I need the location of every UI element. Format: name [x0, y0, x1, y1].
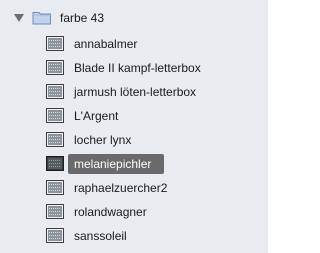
sequence-icon	[46, 108, 64, 123]
sequence-icon	[46, 60, 64, 75]
sequence-item-annabalmer[interactable]: annabalmer	[0, 32, 268, 56]
sequence-icon	[46, 180, 64, 195]
sequence-icon	[46, 36, 64, 51]
sequence-icon	[46, 156, 64, 171]
sequence-icon	[46, 204, 64, 219]
sequence-icon	[46, 132, 64, 147]
item-label: rolandwagner	[74, 205, 147, 219]
item-label: annabalmer	[74, 37, 138, 51]
item-label: Blade II kampf-letterbox	[74, 61, 201, 75]
folder-label: farbe 43	[60, 11, 105, 25]
bin-browser-panel: farbe 43 annabalmer Blade II kampf-lette…	[0, 0, 268, 253]
item-label: L'Argent	[74, 109, 119, 123]
sequence-item-locher-lynx[interactable]: locher lynx	[0, 128, 268, 152]
folder-icon	[32, 12, 52, 25]
sequence-item-raphaelzuercher2[interactable]: raphaelzuercher2	[0, 176, 268, 200]
sequence-item-largent[interactable]: L'Argent	[0, 104, 268, 128]
sequence-icon	[46, 228, 64, 243]
sequence-item-sanssoleil[interactable]: sanssoleil	[0, 224, 268, 248]
item-label: locher lynx	[74, 133, 132, 147]
item-label: jarmush löten-letterbox	[74, 85, 197, 99]
sequence-item-blade-ii-kampf-letterbox[interactable]: Blade II kampf-letterbox	[0, 56, 268, 80]
sequence-item-rolandwagner[interactable]: rolandwagner	[0, 200, 268, 224]
sequence-item-jarmush-loeten-letterbox[interactable]: jarmush löten-letterbox	[0, 80, 268, 104]
folder-row-farbe-43[interactable]: farbe 43	[0, 6, 268, 30]
item-label: raphaelzuercher2	[74, 181, 168, 195]
item-label: sanssoleil	[74, 229, 127, 243]
disclosure-triangle-down-icon[interactable]	[14, 14, 24, 22]
sequence-icon	[46, 84, 64, 99]
item-label: melaniepichler	[74, 157, 152, 171]
sequence-item-melaniepichler[interactable]: melaniepichler	[0, 152, 268, 176]
